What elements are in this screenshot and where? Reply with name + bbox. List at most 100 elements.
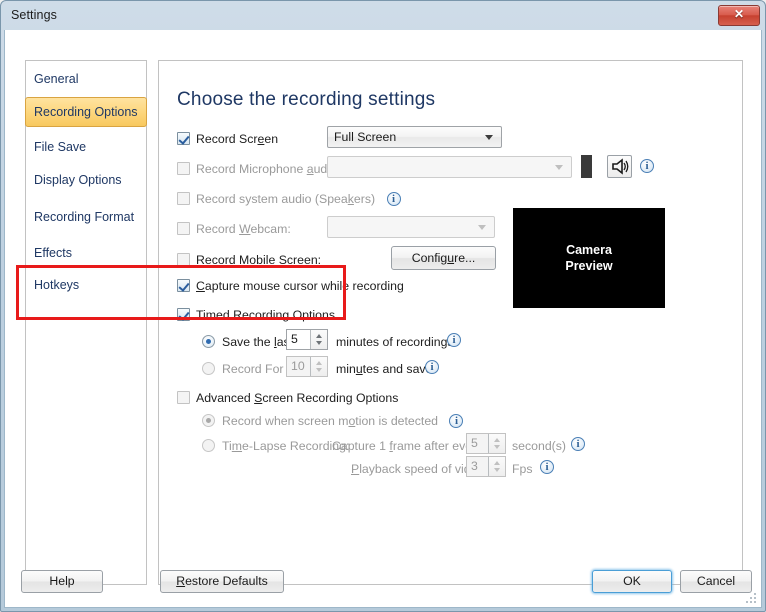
record-system-audio-row: Record system audio (Speakers) (177, 189, 401, 209)
time-lapse-radio[interactable] (202, 439, 215, 452)
record-screen-mode-dropdown[interactable]: Full Screen (327, 126, 502, 148)
capture-interval-value: 5 (471, 436, 478, 450)
capture-cursor-row: Capture mouse cursor while recording (177, 276, 404, 296)
record-microphone-row: Record Microphone audio (177, 159, 337, 179)
restore-defaults-label: Restore Defaults (176, 574, 268, 588)
sidebar-item-effects[interactable]: Effects (26, 239, 146, 267)
sidebar-item-general[interactable]: General (26, 65, 146, 93)
record-webcam-row: Record Webcam: (177, 219, 291, 239)
capture-cursor-label: Capture mouse cursor while recording (196, 279, 404, 293)
stepper-up-icon[interactable] (494, 461, 500, 465)
stepper-down-icon[interactable] (316, 368, 322, 372)
chevron-down-icon (478, 225, 486, 230)
configure-button-label: Configure... (411, 251, 476, 265)
motion-detect-label: Record when screen motion is detected (222, 414, 439, 428)
resize-grip[interactable] (746, 593, 758, 605)
record-mobile-screen-row: Record Mobile Screen: (177, 250, 321, 270)
playback-speed-info-icon[interactable] (540, 460, 554, 474)
save-last-suffix: minutes of recordings (336, 335, 454, 349)
stepper-up-icon[interactable] (494, 438, 500, 442)
advanced-options-label: Advanced Screen Recording Options (196, 391, 399, 405)
microphone-device-dropdown[interactable] (327, 156, 572, 178)
record-screen-row: Record Screen (177, 129, 278, 149)
stepper-down-icon[interactable] (316, 341, 322, 345)
motion-detect-row: Record when screen motion is detected (202, 411, 464, 431)
recording-options-panel: Choose the recording settings Record Scr… (158, 60, 743, 585)
sidebar-item-hotkeys[interactable]: Hotkeys (26, 271, 146, 299)
system-audio-info-icon[interactable] (386, 192, 401, 206)
timed-recording-label: Timed Recording Options (196, 308, 335, 322)
capture-frame-label: Capture 1 frame after every (332, 439, 483, 453)
sidebar-item-recording-format[interactable]: Recording Format (26, 203, 146, 231)
cancel-button[interactable]: Cancel (680, 570, 752, 593)
record-for-label: Record For (222, 362, 284, 376)
playback-speed-stepper[interactable]: 3 (466, 456, 506, 477)
camera-preview: Camera Preview (513, 208, 665, 308)
camera-preview-text: Camera Preview (513, 242, 665, 274)
playback-speed-unit: Fps (512, 462, 533, 476)
save-last-info-icon[interactable] (447, 333, 461, 347)
record-mobile-screen-checkbox[interactable] (177, 253, 190, 266)
help-button[interactable]: Help (21, 570, 103, 593)
save-last-minutes-value: 5 (291, 332, 298, 346)
settings-window: Settings ✕ General Recording Options Fil… (0, 0, 766, 612)
sidebar-item-file-save[interactable]: File Save (26, 133, 146, 161)
record-for-radio[interactable] (202, 362, 215, 375)
record-mobile-screen-label: Record Mobile Screen: (196, 253, 322, 267)
record-screen-mode-value: Full Screen (334, 130, 397, 144)
time-lapse-row: Time-Lapse Recording: (202, 436, 349, 456)
capture-interval-stepper[interactable]: 5 (466, 433, 506, 454)
restore-defaults-button[interactable]: Restore Defaults (160, 570, 284, 593)
ok-button-label: OK (623, 574, 641, 588)
time-lapse-label: Time-Lapse Recording: (222, 439, 350, 453)
microphone-level-meter (581, 155, 592, 178)
playback-speed-value: 3 (471, 459, 478, 473)
capture-cursor-checkbox[interactable] (177, 279, 190, 292)
close-icon: ✕ (733, 7, 745, 21)
motion-detect-radio[interactable] (202, 414, 215, 427)
stepper-buttons[interactable] (310, 357, 327, 376)
advanced-options-checkbox[interactable] (177, 391, 190, 404)
stepper-up-icon[interactable] (316, 334, 322, 338)
title-bar: Settings ✕ (0, 0, 766, 30)
record-for-minutes-value: 10 (291, 359, 305, 373)
timed-recording-checkbox[interactable] (177, 308, 190, 321)
record-screen-label: Record Screen (196, 132, 279, 146)
record-screen-checkbox[interactable] (177, 132, 190, 145)
capture-interval-unit: second(s) (512, 439, 566, 453)
close-button[interactable]: ✕ (718, 5, 760, 26)
speaker-test-button[interactable] (607, 155, 632, 178)
advanced-options-row: Advanced Screen Recording Options (177, 388, 398, 408)
ok-button[interactable]: OK (592, 570, 672, 593)
configure-mobile-button[interactable]: Configure... (391, 246, 496, 270)
capture-interval-info-icon[interactable] (571, 437, 585, 451)
record-system-audio-checkbox[interactable] (177, 192, 190, 205)
save-last-radio[interactable] (202, 335, 215, 348)
chevron-down-icon (555, 165, 563, 170)
window-title: Settings (11, 8, 57, 22)
webcam-device-dropdown[interactable] (327, 216, 495, 238)
stepper-buttons[interactable] (310, 330, 327, 349)
stepper-buttons[interactable] (488, 457, 505, 476)
chevron-down-icon (485, 135, 493, 140)
microphone-info-icon[interactable] (640, 159, 654, 173)
stepper-buttons[interactable] (488, 434, 505, 453)
camera-preview-line1: Camera (566, 243, 612, 257)
speaker-icon (612, 158, 629, 175)
sidebar-item-display-options[interactable]: Display Options (26, 166, 146, 194)
help-button-label: Help (49, 574, 75, 588)
stepper-up-icon[interactable] (316, 361, 322, 365)
client-area: General Recording Options File Save Disp… (4, 30, 762, 608)
record-webcam-label: Record Webcam: (196, 222, 291, 236)
record-webcam-checkbox[interactable] (177, 222, 190, 235)
sidebar-item-recording-options[interactable]: Recording Options (25, 97, 147, 127)
save-last-minutes-stepper[interactable]: 5 (286, 329, 328, 350)
record-microphone-label: Record Microphone audio (196, 162, 337, 176)
camera-preview-line2: Preview (565, 259, 613, 273)
stepper-down-icon[interactable] (494, 468, 500, 472)
motion-detect-info-icon[interactable] (449, 414, 464, 428)
record-microphone-checkbox[interactable] (177, 162, 190, 175)
stepper-down-icon[interactable] (494, 445, 500, 449)
record-for-info-icon[interactable] (425, 360, 439, 374)
record-for-minutes-stepper[interactable]: 10 (286, 356, 328, 377)
